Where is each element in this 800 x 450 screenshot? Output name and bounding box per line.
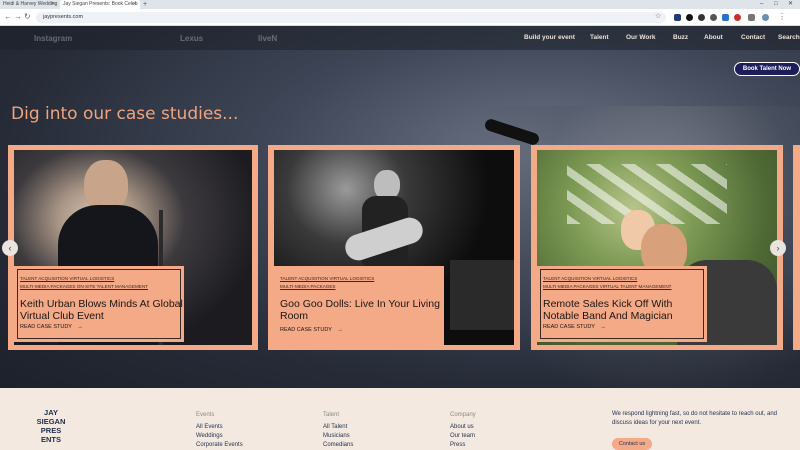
browser-tab-active[interactable]: Jay Siegan Presents: Book Celeb ✕ xyxy=(60,0,140,9)
card-title[interactable]: Goo Goo Dolls: Live In Your Living Room xyxy=(280,298,444,322)
extension-icon[interactable] xyxy=(734,14,741,21)
read-case-study-link[interactable]: READ CASE STUDY → xyxy=(543,324,606,330)
extension-icon[interactable] xyxy=(722,14,729,21)
card-tags[interactable]: TALENT ACQUISITION VIRTUAL LOGISTICS MUL… xyxy=(280,275,374,291)
close-tab-icon[interactable]: ✕ xyxy=(133,0,137,9)
footer-link[interactable]: Press xyxy=(450,442,465,448)
footer-link[interactable]: Comedians xyxy=(323,442,353,448)
card-title[interactable]: Remote Sales Kick Off With Notable Band … xyxy=(543,298,707,322)
card-tags-line: MULTI-MEDIA PACKAGES VIRTUAL TALENT MANA… xyxy=(543,284,672,289)
card-info-panel: TALENT ACQUISITION VIRTUAL LOGISTICS MUL… xyxy=(14,266,184,342)
card-tags[interactable]: TALENT ACQUISITION VIRTUAL LOGISTICS MUL… xyxy=(20,275,148,291)
url-text: jaypresents.com xyxy=(43,14,84,20)
nav-talent[interactable]: Talent xyxy=(590,34,609,41)
cta-label: READ CASE STUDY xyxy=(20,324,72,330)
card-tags-line: MULTI-MEDIA PACKAGES ON-SITE TALENT MANA… xyxy=(20,284,148,289)
contact-us-button[interactable]: Contact us xyxy=(612,438,652,450)
footer-link[interactable]: Our team xyxy=(450,433,475,439)
browser-tab-bar: Heidi & Harvey Wedding ✕ Jay Siegan Pres… xyxy=(0,0,800,9)
extension-icon[interactable] xyxy=(698,14,705,21)
nav-build-event[interactable]: Build your event xyxy=(524,34,575,41)
extension-icon[interactable] xyxy=(710,14,717,21)
minimize-icon[interactable]: – xyxy=(760,0,763,9)
cta-label: READ CASE STUDY xyxy=(280,327,332,333)
book-talent-button[interactable]: Book Talent Now xyxy=(734,62,800,76)
more-menu-icon[interactable]: ⋮ xyxy=(778,12,786,22)
card-tags[interactable]: TALENT ACQUISITION VIRTUAL LOGISTICS MUL… xyxy=(543,275,671,291)
client-logo: liveN xyxy=(258,34,278,43)
site-footer: JAY SIEGAN PRES ENTS Events All Events W… xyxy=(0,388,800,450)
arrow-right-icon: → xyxy=(600,324,606,330)
card-title[interactable]: Keith Urban Blows Minds At Global Virtua… xyxy=(20,298,184,322)
card-info-panel: TALENT ACQUISITION VIRTUAL LOGISTICS MUL… xyxy=(274,266,444,345)
carousel-next-button[interactable]: › xyxy=(770,240,786,256)
footer-link[interactable]: Weddings xyxy=(196,433,223,439)
logo-line: SIEGAN xyxy=(36,417,66,426)
back-icon[interactable]: ← xyxy=(4,12,12,22)
client-logo: Instagram xyxy=(34,34,73,43)
logo-line: ENTS xyxy=(40,435,61,444)
card-tags-line: TALENT ACQUISITION VIRTUAL LOGISTICS xyxy=(543,276,638,281)
arrow-right-icon: → xyxy=(337,327,343,333)
read-case-study-link[interactable]: READ CASE STUDY → xyxy=(20,324,83,330)
footer-heading-events: Events xyxy=(196,412,215,418)
maximize-icon[interactable]: □ xyxy=(774,0,778,9)
puzzle-icon[interactable] xyxy=(748,14,755,21)
arrow-right-icon: → xyxy=(77,324,83,330)
logo-line: PRES xyxy=(40,426,62,435)
section-heading: Dig into our case studies... xyxy=(11,104,239,124)
stage-equipment xyxy=(450,260,514,330)
new-tab-button[interactable]: + xyxy=(143,0,147,9)
browser-tab[interactable]: Heidi & Harvey Wedding ✕ xyxy=(0,0,58,9)
footer-link[interactable]: All Events xyxy=(196,424,223,430)
address-bar-row: ← → ↻ jaypresents.com ☆ ⋮ xyxy=(0,9,800,26)
card-tags-line: MULTI-MEDIA PACKAGES xyxy=(280,284,336,289)
footer-link[interactable]: All Talent xyxy=(323,424,347,430)
reload-icon[interactable]: ↻ xyxy=(24,12,31,22)
case-study-card[interactable]: TALENT ACQUISITION VIRTUAL LOGISTICS MUL… xyxy=(268,145,520,350)
footer-logo[interactable]: JAY SIEGAN PRES ENTS xyxy=(28,408,74,444)
client-logo: Lexus xyxy=(180,34,204,43)
tab-title: Jay Siegan Presents: Book Celeb xyxy=(63,1,138,7)
nav-search[interactable]: Search xyxy=(778,34,800,41)
card-info-panel: TALENT ACQUISITION VIRTUAL LOGISTICS MUL… xyxy=(537,266,707,342)
cta-label: READ CASE STUDY xyxy=(543,324,595,330)
site-nav: Instagram Lexus liveN Build your event T… xyxy=(0,26,800,50)
card-tags-line: TALENT ACQUISITION VIRTUAL LOGISTICS xyxy=(20,276,115,281)
footer-link[interactable]: Musicians xyxy=(323,433,350,439)
footer-link[interactable]: Corporate Events xyxy=(196,442,243,448)
case-studies-section: Instagram Lexus liveN Build your event T… xyxy=(0,26,800,388)
case-study-card-partial[interactable] xyxy=(793,145,800,350)
nav-buzz[interactable]: Buzz xyxy=(673,34,688,41)
extension-icon[interactable] xyxy=(686,14,693,21)
carousel-prev-button[interactable]: ‹ xyxy=(2,240,18,256)
logo-line: JAY xyxy=(44,408,58,417)
extension-icon[interactable] xyxy=(674,14,681,21)
nav-about[interactable]: About xyxy=(704,34,723,41)
case-study-card[interactable]: TALENT ACQUISITION VIRTUAL LOGISTICS MUL… xyxy=(8,145,258,350)
card-tags-line: TALENT ACQUISITION VIRTUAL LOGISTICS xyxy=(280,276,375,281)
footer-link[interactable]: About us xyxy=(450,424,474,430)
case-study-card[interactable]: TALENT ACQUISITION VIRTUAL LOGISTICS MUL… xyxy=(531,145,783,350)
close-tab-icon[interactable]: ✕ xyxy=(51,0,55,9)
bookmark-star-icon[interactable]: ☆ xyxy=(655,12,661,22)
tab-title: Heidi & Harvey Wedding xyxy=(3,1,58,7)
url-field[interactable]: jaypresents.com xyxy=(36,12,666,23)
forward-icon[interactable]: → xyxy=(14,12,22,22)
nav-our-work[interactable]: Our Work xyxy=(626,34,656,41)
read-case-study-link[interactable]: READ CASE STUDY → xyxy=(280,327,343,333)
close-window-icon[interactable]: ✕ xyxy=(788,0,793,9)
nav-contact[interactable]: Contact xyxy=(741,34,765,41)
footer-note: We respond lightning fast, so do not hes… xyxy=(612,411,777,426)
profile-avatar[interactable] xyxy=(762,14,769,21)
footer-heading-talent: Talent xyxy=(323,412,340,418)
footer-heading-company: Company xyxy=(450,412,476,418)
